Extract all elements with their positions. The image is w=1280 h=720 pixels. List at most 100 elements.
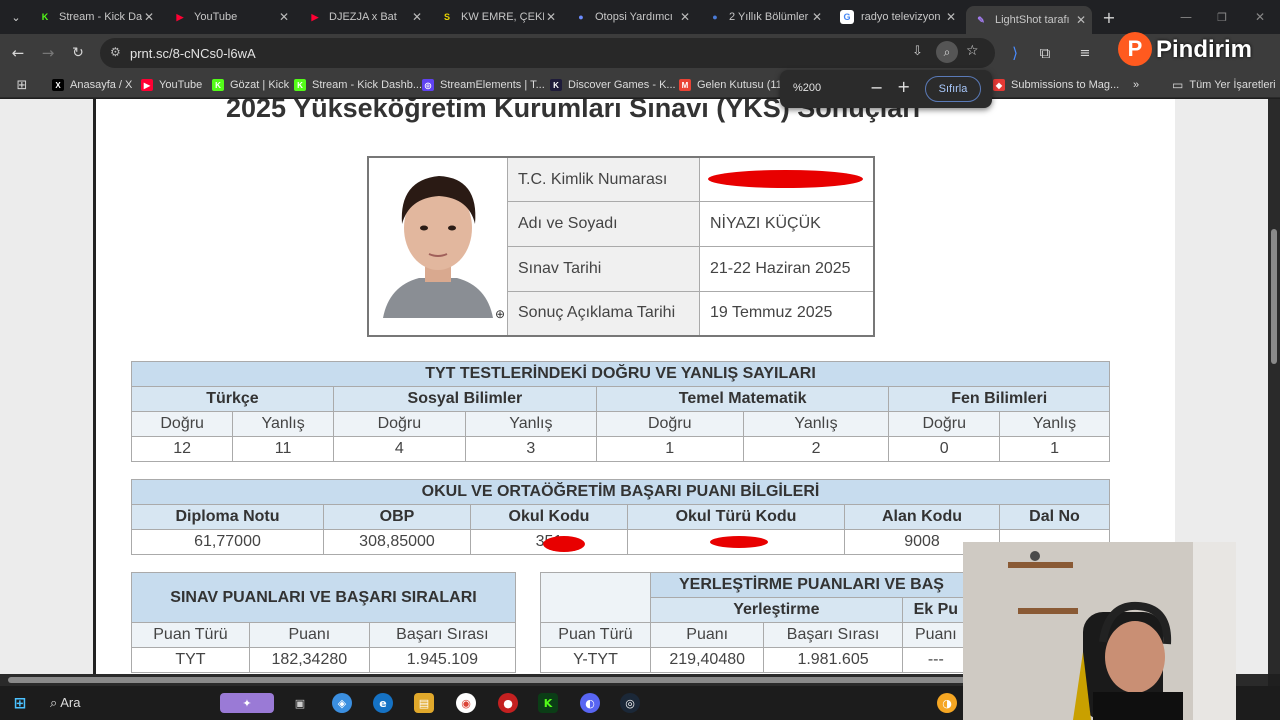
- all-bookmarks-folder[interactable]: ▭ Tüm Yer İşaretleri: [1172, 76, 1276, 94]
- school-table-title: OKUL VE ORTAÖĞRETİM BAŞARI PUANI BİLGİLE…: [131, 479, 1110, 505]
- bookmark-item[interactable]: ▶ YouTube: [141, 76, 202, 94]
- steam-icon[interactable]: ◎: [620, 693, 640, 713]
- tab-label: KW EMRE, ÇEKM: [461, 11, 544, 23]
- score-header: Başarı Sırası: [368, 622, 517, 648]
- subject-header: Sosyal Bilimler: [332, 386, 597, 412]
- placement-header: Puan Türü: [540, 622, 651, 648]
- bookmark-item[interactable]: ◆ Submissions to Mag...: [993, 76, 1119, 94]
- tab-4[interactable]: ● Otopsi Yardımcı ✕: [566, 6, 696, 28]
- count-cell: 12: [130, 436, 234, 462]
- site-info-icon[interactable]: ⚙: [110, 45, 121, 59]
- kick-icon[interactable]: K: [538, 693, 558, 713]
- chrome-icon[interactable]: ◉: [456, 693, 476, 713]
- bookmark-item[interactable]: ◎ StreamElements | T...: [422, 76, 545, 94]
- tab-favicon-icon: ▶: [311, 11, 319, 22]
- bookmark-label: Stream - Kick Dashb...: [312, 79, 423, 91]
- taskbar-search[interactable]: ⌕ Ara: [50, 695, 80, 711]
- count-cell: 3: [464, 436, 597, 462]
- bookmark-label: YouTube: [159, 79, 203, 91]
- dogru-header: Doğru: [130, 411, 234, 437]
- zoom-in-button[interactable]: +: [897, 77, 910, 96]
- tab-favicon-icon: ✎: [977, 14, 985, 25]
- info-value: 19 Temmuz 2025: [699, 290, 874, 337]
- back-icon[interactable]: ←: [8, 43, 28, 63]
- restore-icon[interactable]: ❐: [1212, 7, 1232, 27]
- tab-0[interactable]: K Stream - Kick Da ✕: [30, 6, 160, 28]
- bookmark-item[interactable]: K Stream - Kick Dashb...: [294, 76, 422, 94]
- tab-close-icon[interactable]: ✕: [944, 10, 958, 24]
- tab-search-chevron-icon[interactable]: ⌄: [6, 7, 26, 27]
- widget-art-icon[interactable]: ✦: [220, 693, 274, 713]
- file-explorer-icon[interactable]: ▤: [414, 693, 434, 713]
- copilot-icon[interactable]: ◈: [332, 693, 352, 713]
- bookmark-label: Submissions to Mag...: [1011, 79, 1120, 91]
- bookmark-favicon-icon: K: [550, 79, 562, 91]
- tab-close-icon[interactable]: ✕: [410, 10, 424, 24]
- extension-icon[interactable]: ⟩: [1005, 43, 1025, 63]
- tab-6[interactable]: Gradyo televizyon ✕: [832, 6, 962, 28]
- edge-icon[interactable]: e: [373, 693, 393, 713]
- dogru-header: Doğru: [595, 411, 744, 437]
- tab-favicon-icon: ●: [712, 12, 718, 22]
- extensions-puzzle-icon[interactable]: ⧉: [1035, 43, 1055, 63]
- webcam-overlay: [963, 542, 1236, 720]
- windows-start-icon[interactable]: ⊞: [10, 693, 30, 713]
- tab-2[interactable]: ▶ DJEZJA x Bat ✕: [300, 6, 428, 28]
- count-cell: 4: [332, 436, 466, 462]
- pindirim-logo-icon: P: [1118, 32, 1152, 66]
- tab-close-icon[interactable]: ✕: [678, 10, 692, 24]
- forward-icon[interactable]: →: [38, 43, 58, 63]
- placement-title: YERLEŞTİRME PUANLARI VE BAŞ: [650, 572, 970, 598]
- install-app-icon[interactable]: ⇩: [912, 44, 923, 59]
- bookmark-star-icon[interactable]: ☆: [966, 43, 979, 59]
- bookmark-label: Gözat | Kick: [230, 79, 290, 91]
- new-tab-button[interactable]: +: [1099, 7, 1119, 27]
- zoom-reset-button[interactable]: Sıfırla: [925, 76, 981, 102]
- vertical-scroll-thumb[interactable]: [1271, 229, 1277, 364]
- notification-tray-icon[interactable]: ◑: [937, 693, 957, 713]
- address-bar[interactable]: ⚙ prnt.sc/8-cNCs0-l6wA ⇩ ⌕ ☆: [100, 38, 995, 68]
- school-value: 61,77000: [131, 529, 324, 555]
- tab-1[interactable]: ▶ YouTube ✕: [165, 6, 295, 28]
- discord-icon[interactable]: ◐: [580, 693, 600, 713]
- bookmark-label: Gelen Kutusu (111): [697, 79, 791, 91]
- tab-close-icon[interactable]: ✕: [810, 10, 824, 24]
- tab-close-icon[interactable]: ✕: [277, 10, 291, 24]
- bookmark-label: Discover Games - K...: [568, 79, 676, 91]
- candidate-photo: ⊕: [367, 156, 508, 337]
- bookmark-item[interactable]: X Anasayfa / X: [52, 76, 132, 94]
- zoom-icon[interactable]: ⌕: [936, 41, 958, 63]
- score-value: 1.945.109: [368, 647, 517, 673]
- tab-3[interactable]: S KW EMRE, ÇEKM ✕: [432, 6, 562, 28]
- tab-close-icon[interactable]: ✕: [1074, 13, 1088, 27]
- zoom-out-button[interactable]: −: [870, 78, 883, 97]
- bookmark-item[interactable]: K Gözat | Kick: [212, 76, 289, 94]
- reading-list-icon[interactable]: ≡: [1075, 43, 1095, 63]
- bookmark-item[interactable]: K Discover Games - K...: [550, 76, 676, 94]
- minimize-icon[interactable]: —: [1176, 7, 1196, 27]
- vertical-scrollbar[interactable]: [1268, 99, 1280, 674]
- tab-7[interactable]: ✎ LightShot tarafı ✕: [966, 6, 1092, 34]
- tab-label: YouTube: [194, 11, 238, 23]
- bookmarks-overflow-button[interactable]: »: [1133, 76, 1139, 94]
- tyt-table-title: TYT TESTLERİNDEKİ DOĞRU VE YANLIŞ SAYILA…: [131, 361, 1110, 387]
- app-icon-red[interactable]: ●: [498, 693, 518, 713]
- apps-grid-icon[interactable]: ⊞: [12, 75, 32, 95]
- tab-close-icon[interactable]: ✕: [142, 10, 156, 24]
- subject-header: Türkçe: [131, 386, 334, 412]
- task-view-icon[interactable]: ▣: [290, 693, 310, 713]
- count-cell: 11: [232, 436, 334, 462]
- url-text[interactable]: prnt.sc/8-cNCs0-l6wA: [130, 46, 256, 61]
- tab-5[interactable]: ● 2 Yıllık Bölümler ✕: [700, 6, 828, 28]
- bookmarks-bar: ⊞ X Anasayfa / X ▶ YouTube K Gözat | Kick K Str…: [0, 72, 1280, 98]
- tab-favicon-icon: ●: [578, 12, 584, 22]
- tab-close-icon[interactable]: ✕: [544, 10, 558, 24]
- reload-icon[interactable]: ↻: [68, 43, 88, 63]
- school-header: Diploma Notu: [131, 504, 324, 530]
- bookmark-item[interactable]: M Gelen Kutusu (111): [679, 76, 791, 94]
- info-value: NİYAZI KÜÇÜK: [699, 201, 874, 247]
- count-cell: 2: [742, 436, 890, 462]
- school-header: Alan Kodu: [844, 504, 1000, 530]
- close-window-icon[interactable]: ✕: [1250, 7, 1270, 27]
- horizontal-scroll-thumb[interactable]: [8, 677, 1018, 683]
